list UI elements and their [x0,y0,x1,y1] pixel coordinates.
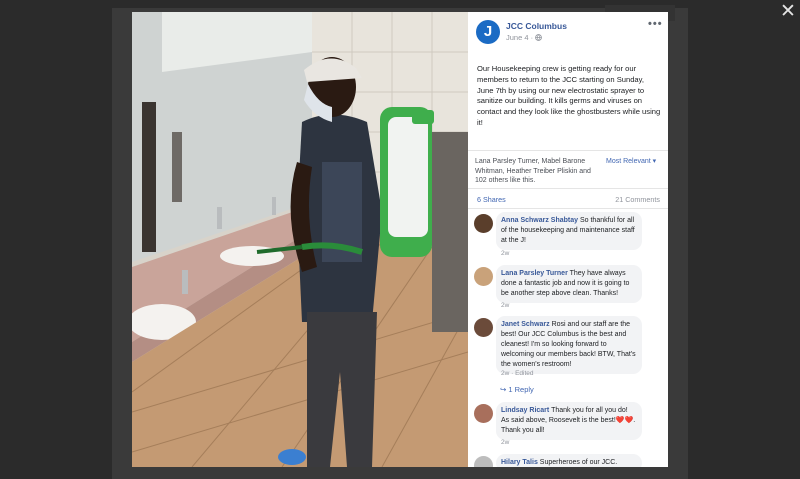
avatar[interactable] [474,267,493,286]
commenter-name[interactable]: Anna Schwarz Shabtay [501,217,578,224]
close-icon[interactable]: ✕ [778,2,798,22]
comment-bubble: Janet Schwarz Rosi and our staff are the… [496,316,642,374]
commenter-name[interactable]: Lana Parsley Turner [501,270,568,277]
commenter-name[interactable]: Lindsay Ricart [501,407,549,414]
comment-bubble: Lindsay Ricart Thank you for all you do!… [496,402,642,440]
comment-time[interactable]: 2w · Edited [501,370,534,377]
comment-time[interactable]: 2w [501,439,509,446]
commenter-name[interactable]: Janet Schwarz [501,321,550,328]
comment-bubble: Hilary Talis Superheroes of our JCC. [496,454,642,467]
likes-summary[interactable]: Lana Parsley Turner, Mabel Barone Whitma… [475,157,603,186]
globe-icon [535,33,543,42]
comment-time[interactable]: 2w [501,302,509,309]
post-timestamp[interactable]: June 4 · [506,33,543,42]
page-name-link[interactable]: JCC Columbus [506,21,567,31]
divider [468,188,668,189]
avatar[interactable] [474,404,493,423]
comment-bubble: Lana Parsley Turner They have always don… [496,265,642,303]
comments-count[interactable]: 21 Comments [615,195,660,204]
avatar[interactable] [474,318,493,337]
photo-illustration [132,12,468,467]
avatar[interactable] [474,456,493,467]
view-replies-link[interactable]: ↪ 1 Reply [500,385,534,394]
shares-link[interactable]: 6 Shares [477,195,506,204]
post-sidebar: J JCC Columbus June 4 · ••• Our Housekee… [468,12,668,467]
comment-bubble: Anna Schwarz Shabtay So thankful for all… [496,212,642,250]
more-options-button[interactable]: ••• [648,18,663,30]
comment-time[interactable]: 2w [501,250,509,257]
divider [468,208,668,209]
avatar[interactable] [474,214,493,233]
post-header: J JCC Columbus June 4 · ••• [468,12,668,60]
post-photo[interactable] [132,12,468,467]
post-date: June 4 · [506,33,536,42]
comment-sort-dropdown[interactable]: Most Relevant ▾ [606,157,656,165]
post-body-text: Our Housekeeping crew is getting ready f… [477,64,661,127]
page-avatar[interactable]: J [476,20,500,44]
commenter-name[interactable]: Hilary Talis [501,459,538,466]
comment-text: Superheroes of our JCC. [539,459,618,466]
comment-text: Rosi and our staff are the best! Our JCC… [501,321,636,368]
divider [468,150,668,151]
